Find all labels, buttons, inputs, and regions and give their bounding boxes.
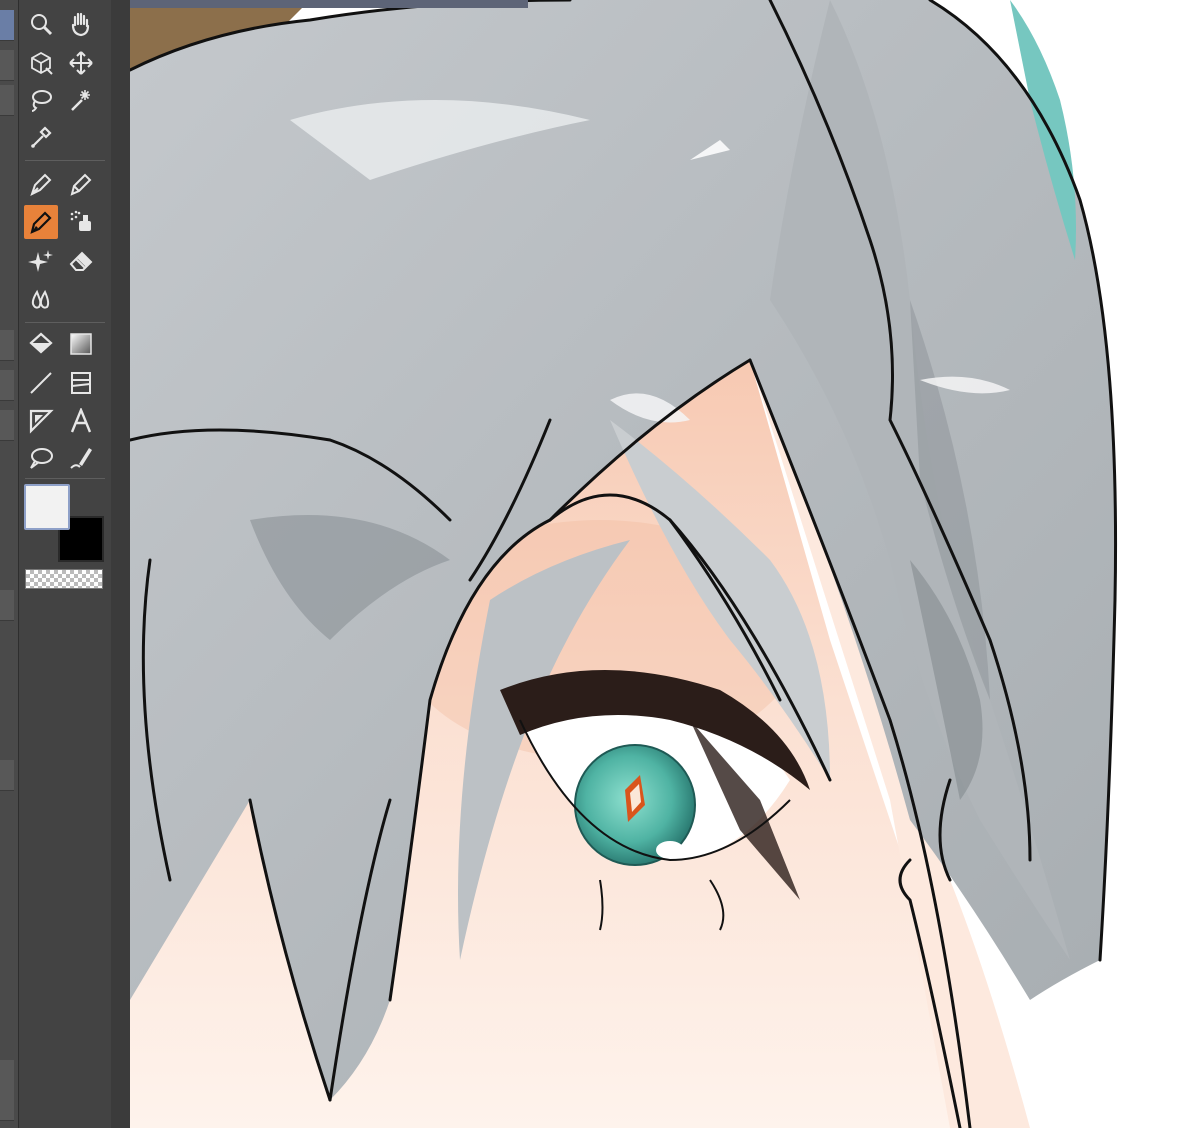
text-a-icon[interactable]	[64, 404, 98, 438]
panel-tab[interactable]	[0, 50, 14, 81]
fill-bucket-icon[interactable]	[24, 327, 58, 361]
panel-separator	[111, 0, 130, 1128]
frame-border-icon[interactable]	[64, 366, 98, 400]
pen-nib-icon[interactable]	[24, 167, 58, 201]
brush-icon[interactable]	[24, 205, 58, 239]
panel-tab[interactable]	[0, 85, 14, 116]
gradient-icon[interactable]	[64, 327, 98, 361]
line-icon[interactable]	[24, 366, 58, 400]
artwork-illustration	[130, 0, 1118, 1128]
panel-tab[interactable]	[0, 370, 14, 401]
lasso-icon[interactable]	[24, 83, 58, 117]
magic-wand-icon[interactable]	[64, 83, 98, 117]
panel-tab[interactable]	[0, 10, 14, 41]
panel-tab[interactable]	[0, 590, 14, 621]
airbrush-icon[interactable]	[64, 205, 98, 239]
main-color-swatch[interactable]	[24, 484, 70, 530]
panel-tab[interactable]	[0, 410, 14, 441]
blend-drops-icon[interactable]	[24, 282, 58, 316]
document-tab[interactable]	[130, 0, 528, 8]
hand-icon[interactable]	[64, 7, 98, 41]
ruler-triangle-icon[interactable]	[24, 404, 58, 438]
left-panel-strip	[0, 0, 19, 1128]
eyedropper-icon[interactable]	[24, 120, 58, 154]
panel-tab[interactable]	[0, 330, 14, 361]
transparent-color-swatch[interactable]	[25, 569, 103, 589]
drawing-canvas[interactable]	[130, 0, 1200, 1128]
pencil-icon[interactable]	[64, 167, 98, 201]
magnifier-icon[interactable]	[24, 7, 58, 41]
panel-tab[interactable]	[0, 1060, 14, 1091]
panel-tab[interactable]	[0, 760, 14, 791]
eraser-icon[interactable]	[64, 244, 98, 278]
panel-tab[interactable]	[0, 1090, 14, 1121]
speech-balloon-icon[interactable]	[24, 441, 58, 475]
sparkle-icon[interactable]	[24, 244, 58, 278]
move-arrows-icon[interactable]	[64, 46, 98, 80]
correct-line-icon[interactable]	[64, 441, 98, 475]
object-cube-icon[interactable]	[24, 46, 58, 80]
tool-palette	[19, 0, 111, 1128]
